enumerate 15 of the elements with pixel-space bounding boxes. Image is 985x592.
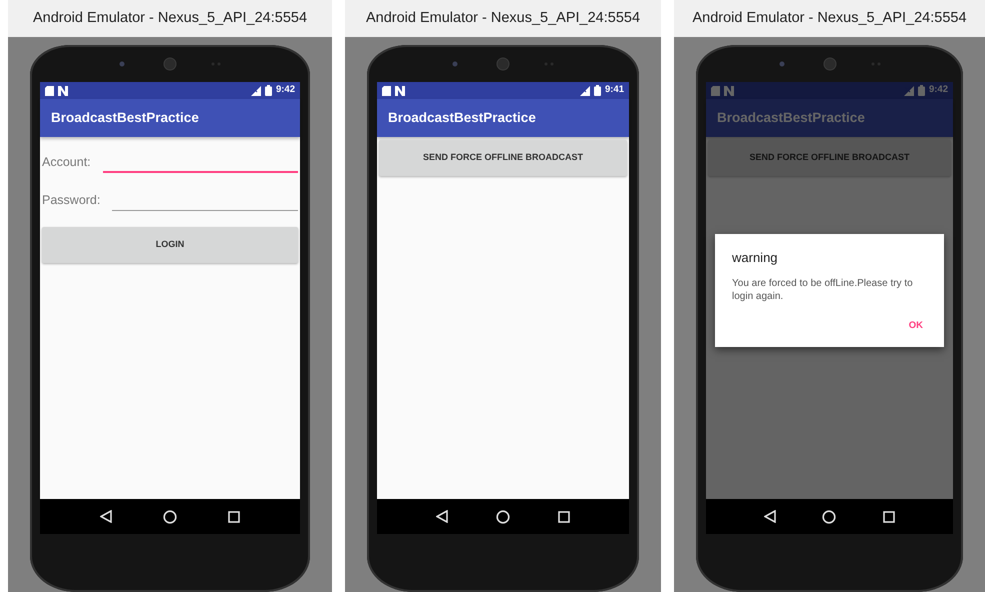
app-title: BroadcastBestPractice (706, 99, 953, 137)
app-title: BroadcastBestPractice (377, 99, 629, 137)
status-time: 9:41 (604, 83, 624, 98)
status-time: 9:42 (928, 83, 948, 98)
field-label: Password: (42, 192, 100, 209)
app-title: BroadcastBestPractice (40, 99, 300, 137)
broadcast-button[interactable]: SEND FORCE OFFLINE BROADCAST (379, 140, 627, 176)
window-title: Android Emulator - Nexus_5_API_24:5554 (345, 0, 661, 37)
status-time: 9:42 (276, 83, 295, 98)
login-button[interactable]: LOGIN (42, 227, 298, 263)
dialog-title: warning (732, 248, 779, 267)
window-title: Android Emulator - Nexus_5_API_24:5554 (674, 0, 985, 37)
field-label: Account: (42, 154, 91, 171)
dialog-message: You are forced to be offLine.Please try to login again. (732, 277, 914, 304)
window-title: Android Emulator - Nexus_5_API_24:5554 (8, 0, 332, 37)
